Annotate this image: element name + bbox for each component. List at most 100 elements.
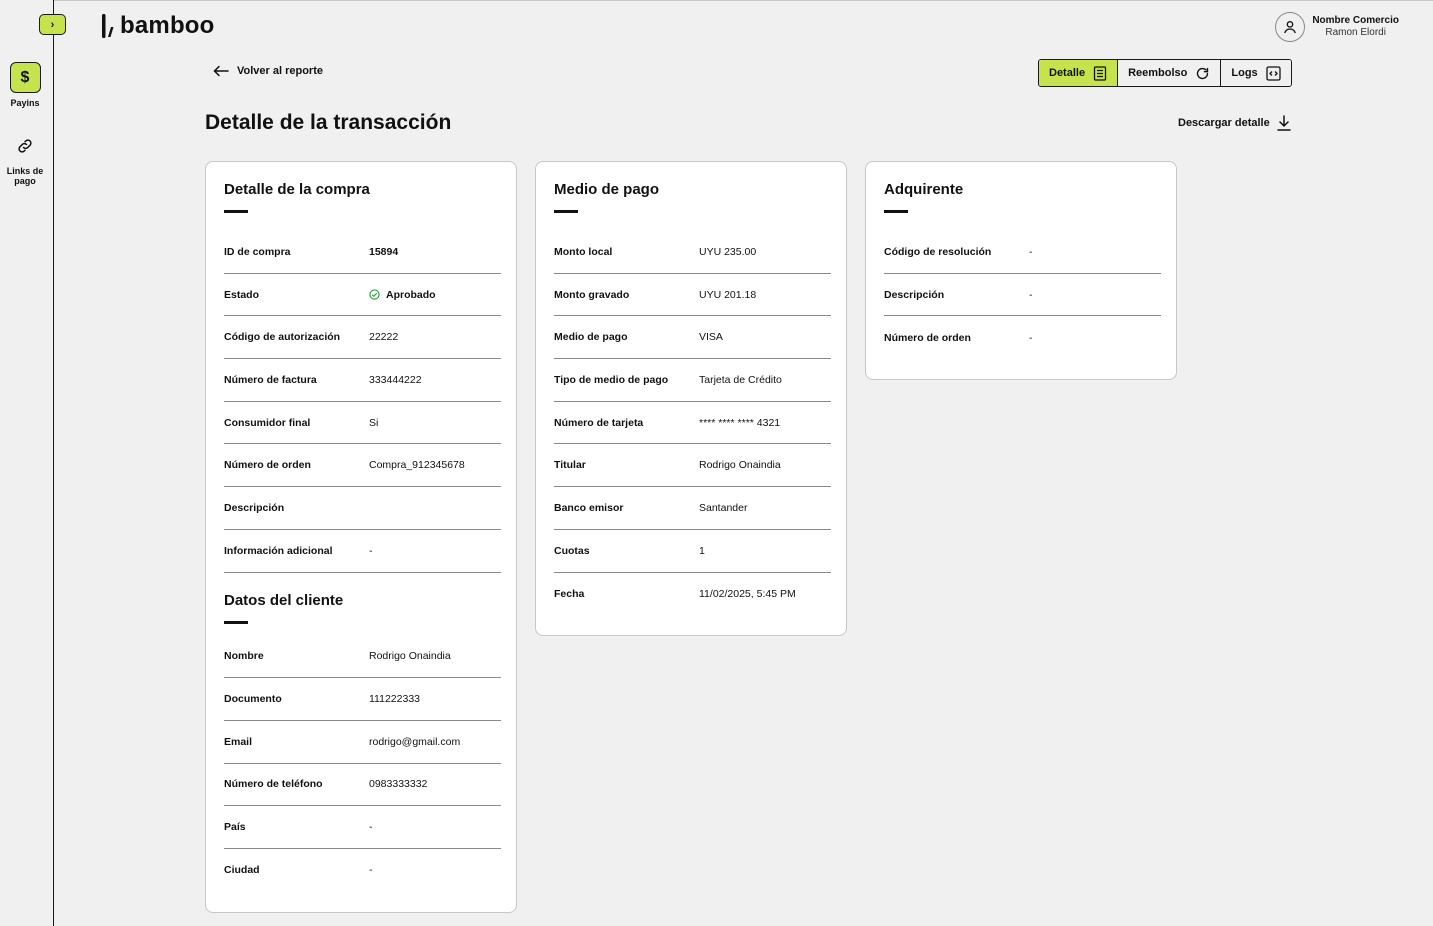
detail-key: Información adicional (224, 544, 333, 557)
tab-logs[interactable]: Logs (1221, 60, 1291, 86)
purchase-detail-card: Detalle de la compra ID de compra 15894 … (205, 161, 517, 913)
detail-value: Si (369, 416, 379, 429)
client-data-list: Nombre Rodrigo Onaindia Documento 111222… (224, 636, 501, 892)
detail-key: Monto gravado (554, 288, 630, 301)
payment-method-list: Monto local UYU 235.00 Monto gravado UYU… (554, 231, 831, 615)
detail-value: **** **** **** 4321 (699, 416, 781, 429)
card-title: Adquirente (884, 181, 964, 198)
detail-key: Nombre (224, 650, 264, 663)
detail-key: Código de resolución (884, 245, 992, 258)
arrow-left-icon (213, 65, 229, 77)
section-title: Datos del cliente (224, 591, 344, 609)
detail-value: 15894 (369, 245, 399, 258)
detail-row: Monto gravado UYU 201.18 (554, 274, 831, 317)
detail-key: Email (224, 735, 253, 748)
detail-value: VISA (699, 331, 723, 344)
back-link-label: Volver al reporte (237, 65, 323, 77)
download-detail-button[interactable]: Descargar detalle (1178, 115, 1291, 131)
detail-value: 1 (699, 544, 705, 557)
detail-value: 111222333 (369, 693, 420, 706)
acquirer-list: Código de resolución - Descripción - Núm… (884, 231, 1161, 359)
detail-key: Tipo de medio de pago (554, 373, 669, 386)
code-icon (1266, 65, 1281, 81)
tab-label: Logs (1231, 67, 1258, 79)
detail-key: Número de tarjeta (554, 416, 644, 429)
detail-value: - (1029, 288, 1033, 301)
tab-reembolso[interactable]: Reembolso (1118, 60, 1222, 86)
card-title: Detalle de la compra (224, 181, 370, 198)
title-underline (554, 210, 578, 213)
document-icon (1093, 65, 1107, 81)
detail-row: Banco emisor Santander (554, 487, 831, 530)
sidebar-item-payins[interactable]: $ Payins (0, 62, 50, 108)
detail-value: Rodrigo Onaindia (369, 650, 451, 663)
detail-key: Número de orden (884, 331, 971, 344)
link-icon (10, 130, 41, 161)
detail-key: Código de autorización (224, 331, 341, 344)
detail-row: Cuotas 1 (554, 530, 831, 573)
detail-value: 11/02/2025, 5:45 PM (699, 587, 796, 600)
detail-value: - (369, 864, 373, 877)
detail-row: Documento 111222333 (224, 678, 501, 721)
user-name: Nombre Comercio (1312, 15, 1399, 26)
bamboo-logo-icon (102, 14, 114, 38)
detail-value: 22222 (369, 331, 399, 344)
detail-key: Cuotas (554, 544, 590, 557)
detail-row: Información adicional - (224, 530, 501, 573)
detail-row: Descripción (224, 487, 501, 530)
detail-key: Fecha (554, 587, 585, 600)
check-circle-icon (369, 289, 380, 300)
logo-text: bamboo (120, 12, 215, 39)
detail-row: Número de tarjeta **** **** **** 4321 (554, 402, 831, 445)
sidebar-item-label: Payins (10, 98, 40, 108)
view-tabs: Detalle Reembolso Logs (1038, 59, 1292, 87)
detail-value: - (1029, 245, 1033, 258)
detail-key: Monto local (554, 245, 613, 258)
detail-row: Titular Rodrigo Onaindia (554, 444, 831, 488)
back-link[interactable]: Volver al reporte (213, 65, 323, 77)
detail-row: Número de orden Compra_912345678 (224, 444, 501, 488)
sidebar-item-links-de-pago[interactable]: Links de pago (0, 130, 50, 186)
detail-row: Monto local UYU 235.00 (554, 231, 831, 274)
detail-key: Descripción (224, 501, 285, 514)
download-icon (1276, 115, 1291, 131)
detail-value: 0983333332 (369, 778, 428, 791)
detail-key: Titular (554, 459, 586, 472)
user-menu[interactable]: Nombre Comercio Ramon Elordi (1275, 12, 1399, 42)
page-title: Detalle de la transacción (205, 111, 452, 134)
acquirer-card: Adquirente Código de resolución - Descri… (865, 161, 1177, 380)
payment-method-card: Medio de pago Monto local UYU 235.00 Mon… (535, 161, 847, 636)
detail-row: País - (224, 806, 501, 849)
detail-value: Compra_912345678 (369, 459, 465, 472)
detail-key: Número de factura (224, 373, 317, 386)
title-underline (224, 210, 248, 213)
detail-row: Tipo de medio de pago Tarjeta de Crédito (554, 359, 831, 402)
card-title: Medio de pago (554, 181, 659, 198)
detail-row: Código de autorización 22222 (224, 316, 501, 360)
sidebar-toggle-button[interactable]: › (39, 14, 66, 35)
download-label: Descargar detalle (1178, 117, 1270, 129)
detail-row: Email rodrigo@gmail.com (224, 721, 501, 764)
detail-value: 333444222 (369, 373, 422, 386)
detail-row: Número de orden - (884, 316, 1161, 359)
detail-row: Código de resolución - (884, 231, 1161, 274)
detail-value: UYU 235.00 (699, 245, 757, 258)
logo: bamboo (100, 12, 215, 40)
detail-key: Documento (224, 693, 282, 706)
detail-key: Estado (224, 288, 260, 301)
detail-value: Tarjeta de Crédito (699, 373, 782, 386)
detail-row: ID de compra 15894 (224, 231, 501, 274)
detail-row: Ciudad - (224, 849, 501, 892)
detail-value: - (369, 544, 373, 557)
detail-value: rodrigo@gmail.com (369, 735, 461, 748)
sidebar-item-label: Links de pago (6, 166, 44, 186)
detail-row: Descripción - (884, 274, 1161, 317)
detail-row: Consumidor final Si (224, 402, 501, 445)
detail-row: Número de factura 333444222 (224, 359, 501, 402)
tab-detalle[interactable]: Detalle (1039, 60, 1119, 86)
detail-row: Estado Aprobado (224, 274, 501, 317)
detail-row: Nombre Rodrigo Onaindia (224, 636, 501, 679)
detail-key: Consumidor final (224, 416, 311, 429)
detail-value: Rodrigo Onaindia (699, 459, 781, 472)
detail-value: UYU 201.18 (699, 288, 757, 301)
